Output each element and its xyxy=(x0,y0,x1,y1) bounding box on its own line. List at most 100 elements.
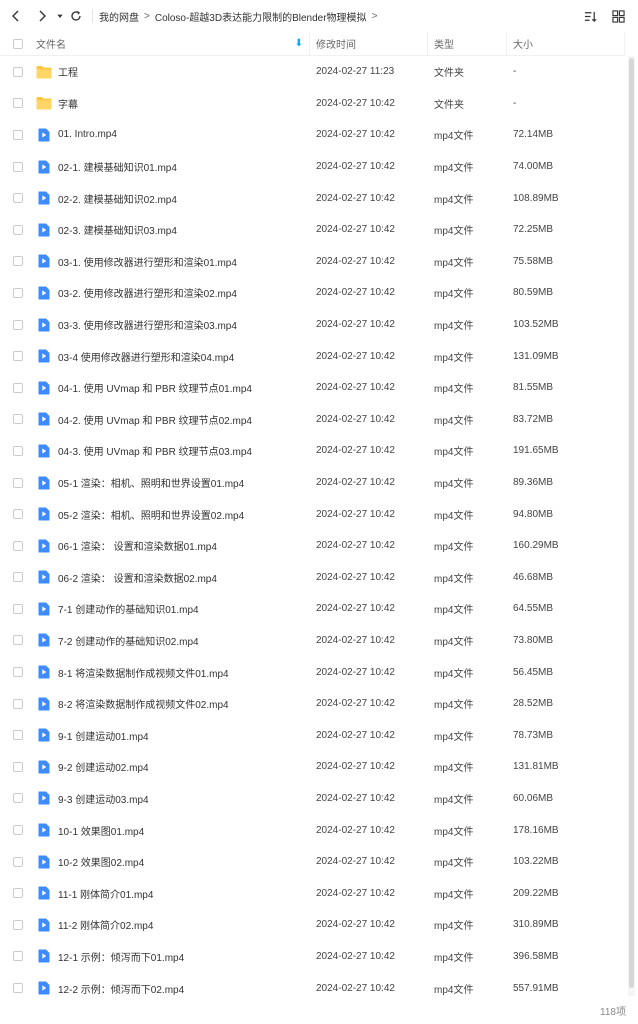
file-name[interactable]: 05-2 渲染：相机、照明和世界设置02.mp4 xyxy=(58,507,244,522)
file-name[interactable]: 11-1 刚体简介01.mp4 xyxy=(58,886,153,901)
file-row[interactable]: 8-2 将渲染数据制作成视频文件02.mp4 2024-02-27 10:42 mp… xyxy=(0,688,625,720)
file-name-cell[interactable]: 9-2 创建运动02.mp4 xyxy=(36,759,310,774)
file-row[interactable]: 10-1 效果图01.mp4 2024-02-27 10:42 mp4文件 178.1… xyxy=(0,814,625,846)
file-row[interactable]: 11-2 刚体简介02.mp4 2024-02-27 10:42 mp4文件 310.… xyxy=(0,909,625,941)
row-checkbox[interactable] xyxy=(13,572,23,583)
file-row[interactable]: 03-3. 使用修改器进行塑形和渲染03.mp4 2024-02-27 10:42… xyxy=(0,309,625,341)
file-name-cell[interactable]: 05-1 渲染：相机、照明和世界设置01.mp4 xyxy=(36,475,310,490)
file-name[interactable]: 04-1. 使用 UVmap 和 PBR 纹理节点01.mp4 xyxy=(58,380,252,395)
file-row[interactable]: 04-3. 使用 UVmap 和 PBR 纹理节点03.mp4 2024-02-2… xyxy=(0,435,625,467)
row-checkbox[interactable] xyxy=(13,983,23,994)
file-name[interactable]: 02-3. 建模基础知识03.mp4 xyxy=(58,222,177,237)
file-row[interactable]: 04-1. 使用 UVmap 和 PBR 纹理节点01.mp4 2024-02-2… xyxy=(0,372,625,404)
file-name[interactable]: 05-1 渲染：相机、照明和世界设置01.mp4 xyxy=(58,475,244,490)
file-name-cell[interactable]: 11-2 刚体简介02.mp4 xyxy=(36,917,310,932)
file-name[interactable]: 02-1. 建模基础知识01.mp4 xyxy=(58,159,177,174)
file-name[interactable]: 9-1 创建运动01.mp4 xyxy=(58,728,149,743)
file-name[interactable]: 03-2. 使用修改器进行塑形和渲染02.mp4 xyxy=(58,285,237,300)
row-checkbox[interactable] xyxy=(13,161,23,172)
column-size[interactable]: 大小 xyxy=(507,32,625,55)
row-checkbox[interactable] xyxy=(13,382,23,393)
file-row[interactable]: 02-2. 建模基础知识02.mp4 2024-02-27 10:42 mp4文件 1… xyxy=(0,182,625,214)
file-name[interactable]: 9-2 创建运动02.mp4 xyxy=(58,759,149,774)
file-name[interactable]: 8-1 将渲染数据制作成视频文件01.mp4 xyxy=(58,665,229,680)
file-name[interactable]: 7-2 创建动作的基础知识02.mp4 xyxy=(58,633,199,648)
row-checkbox[interactable] xyxy=(13,193,23,204)
file-row[interactable]: 7-2 创建动作的基础知识02.mp4 2024-02-27 10:42 mp4文件… xyxy=(0,625,625,657)
file-name-cell[interactable]: 7-1 创建动作的基础知识01.mp4 xyxy=(36,601,310,616)
file-name[interactable]: 工程 xyxy=(58,64,78,79)
file-row[interactable]: 03-1. 使用修改器进行塑形和渲染01.mp4 2024-02-27 10:42… xyxy=(0,246,625,278)
row-checkbox[interactable] xyxy=(13,635,23,646)
file-name[interactable]: 12-2 示例：倾泻而下02.mp4 xyxy=(58,981,184,996)
file-name[interactable]: 字幕 xyxy=(58,96,78,111)
file-row[interactable]: 12-1 示例：倾泻而下01.mp4 2024-02-27 10:42 mp4文件 3… xyxy=(0,941,625,973)
file-name-cell[interactable]: 02-1. 建模基础知识01.mp4 xyxy=(36,159,310,174)
column-time[interactable]: 修改时间 xyxy=(310,32,428,55)
file-row[interactable]: 03-4 使用修改器进行塑形和渲染04.mp4 2024-02-27 10:42 m… xyxy=(0,340,625,372)
file-name-cell[interactable]: 03-1. 使用修改器进行塑形和渲染01.mp4 xyxy=(36,254,310,269)
breadcrumb-root[interactable]: 我的网盘 xyxy=(99,9,139,24)
file-row[interactable]: 05-2 渲染：相机、照明和世界设置02.mp4 2024-02-27 10:42… xyxy=(0,498,625,530)
row-checkbox[interactable] xyxy=(13,603,23,614)
file-row[interactable]: 05-1 渲染：相机、照明和世界设置01.mp4 2024-02-27 10:42… xyxy=(0,467,625,499)
grid-view-button[interactable] xyxy=(608,6,628,26)
file-name[interactable]: 11-2 刚体简介02.mp4 xyxy=(58,917,153,932)
row-checkbox[interactable] xyxy=(13,919,23,930)
forward-button[interactable] xyxy=(32,6,52,26)
file-row[interactable]: 03-2. 使用修改器进行塑形和渲染02.mp4 2024-02-27 10:42… xyxy=(0,277,625,309)
file-name[interactable]: 03-4 使用修改器进行塑形和渲染04.mp4 xyxy=(58,349,234,364)
file-row[interactable]: 01. Intro.mp4 2024-02-27 10:42 mp4文件 72.14M… xyxy=(0,119,625,151)
scrollbar[interactable] xyxy=(628,56,635,996)
scrollbar-thumb[interactable] xyxy=(629,58,634,988)
file-row[interactable]: 7-1 创建动作的基础知识01.mp4 2024-02-27 10:42 mp4文件… xyxy=(0,593,625,625)
row-checkbox[interactable] xyxy=(13,951,23,962)
row-checkbox[interactable] xyxy=(13,698,23,709)
file-name[interactable]: 03-1. 使用修改器进行塑形和渲染01.mp4 xyxy=(58,254,237,269)
row-checkbox[interactable] xyxy=(13,98,23,109)
file-name-cell[interactable]: 11-1 刚体简介01.mp4 xyxy=(36,886,310,901)
file-row[interactable]: 字幕 2024-02-27 10:42 文件夹 - xyxy=(0,88,625,120)
file-name[interactable]: 01. Intro.mp4 xyxy=(58,129,117,140)
history-dropdown-button[interactable] xyxy=(54,6,66,26)
row-checkbox[interactable] xyxy=(13,540,23,551)
file-name-cell[interactable]: 06-2 渲染： 设置和渲染数据02.mp4 xyxy=(36,570,310,585)
file-row[interactable]: 02-3. 建模基础知识03.mp4 2024-02-27 10:42 mp4文件 7… xyxy=(0,214,625,246)
file-name-cell[interactable]: 04-3. 使用 UVmap 和 PBR 纹理节点03.mp4 xyxy=(36,443,310,458)
row-checkbox[interactable] xyxy=(13,793,23,804)
file-name-cell[interactable]: 02-3. 建模基础知识03.mp4 xyxy=(36,222,310,237)
row-checkbox[interactable] xyxy=(13,856,23,867)
file-name[interactable]: 8-2 将渲染数据制作成视频文件02.mp4 xyxy=(58,696,229,711)
row-checkbox[interactable] xyxy=(13,129,23,140)
column-type[interactable]: 类型 xyxy=(428,32,507,55)
row-checkbox[interactable] xyxy=(13,825,23,836)
row-checkbox[interactable] xyxy=(13,351,23,362)
row-checkbox[interactable] xyxy=(13,761,23,772)
file-name-cell[interactable]: 9-1 创建运动01.mp4 xyxy=(36,728,310,743)
row-checkbox[interactable] xyxy=(13,445,23,456)
file-name-cell[interactable]: 7-2 创建动作的基础知识02.mp4 xyxy=(36,633,310,648)
file-name[interactable]: 9-3 创建运动03.mp4 xyxy=(58,791,149,806)
file-name[interactable]: 10-2 效果图02.mp4 xyxy=(58,854,144,869)
file-row[interactable]: 9-3 创建运动03.mp4 2024-02-27 10:42 mp4文件 60.06… xyxy=(0,783,625,815)
file-name-cell[interactable]: 字幕 xyxy=(36,96,310,111)
file-name-cell[interactable]: 06-1 渲染： 设置和渲染数据01.mp4 xyxy=(36,538,310,553)
row-checkbox[interactable] xyxy=(13,477,23,488)
file-name-cell[interactable]: 12-2 示例：倾泻而下02.mp4 xyxy=(36,981,310,996)
file-name[interactable]: 02-2. 建模基础知识02.mp4 xyxy=(58,191,177,206)
column-name[interactable]: 文件名 ⬇ xyxy=(36,32,310,55)
file-name-cell[interactable]: 04-2. 使用 UVmap 和 PBR 纹理节点02.mp4 xyxy=(36,412,310,427)
file-name[interactable]: 03-3. 使用修改器进行塑形和渲染03.mp4 xyxy=(58,317,237,332)
file-name-cell[interactable]: 8-2 将渲染数据制作成视频文件02.mp4 xyxy=(36,696,310,711)
file-row[interactable]: 11-1 刚体简介01.mp4 2024-02-27 10:42 mp4文件 209.… xyxy=(0,877,625,909)
file-row[interactable]: 8-1 将渲染数据制作成视频文件01.mp4 2024-02-27 10:42 mp… xyxy=(0,656,625,688)
file-name[interactable]: 06-2 渲染： 设置和渲染数据02.mp4 xyxy=(58,570,217,585)
select-all-checkbox[interactable] xyxy=(13,38,23,49)
row-checkbox[interactable] xyxy=(13,256,23,267)
file-name-cell[interactable]: 03-2. 使用修改器进行塑形和渲染02.mp4 xyxy=(36,285,310,300)
row-checkbox[interactable] xyxy=(13,730,23,741)
file-row[interactable]: 02-1. 建模基础知识01.mp4 2024-02-27 10:42 mp4文件 7… xyxy=(0,151,625,183)
refresh-button[interactable] xyxy=(66,6,86,26)
file-row[interactable]: 9-2 创建运动02.mp4 2024-02-27 10:42 mp4文件 131.8… xyxy=(0,751,625,783)
file-name-cell[interactable]: 03-4 使用修改器进行塑形和渲染04.mp4 xyxy=(36,349,310,364)
